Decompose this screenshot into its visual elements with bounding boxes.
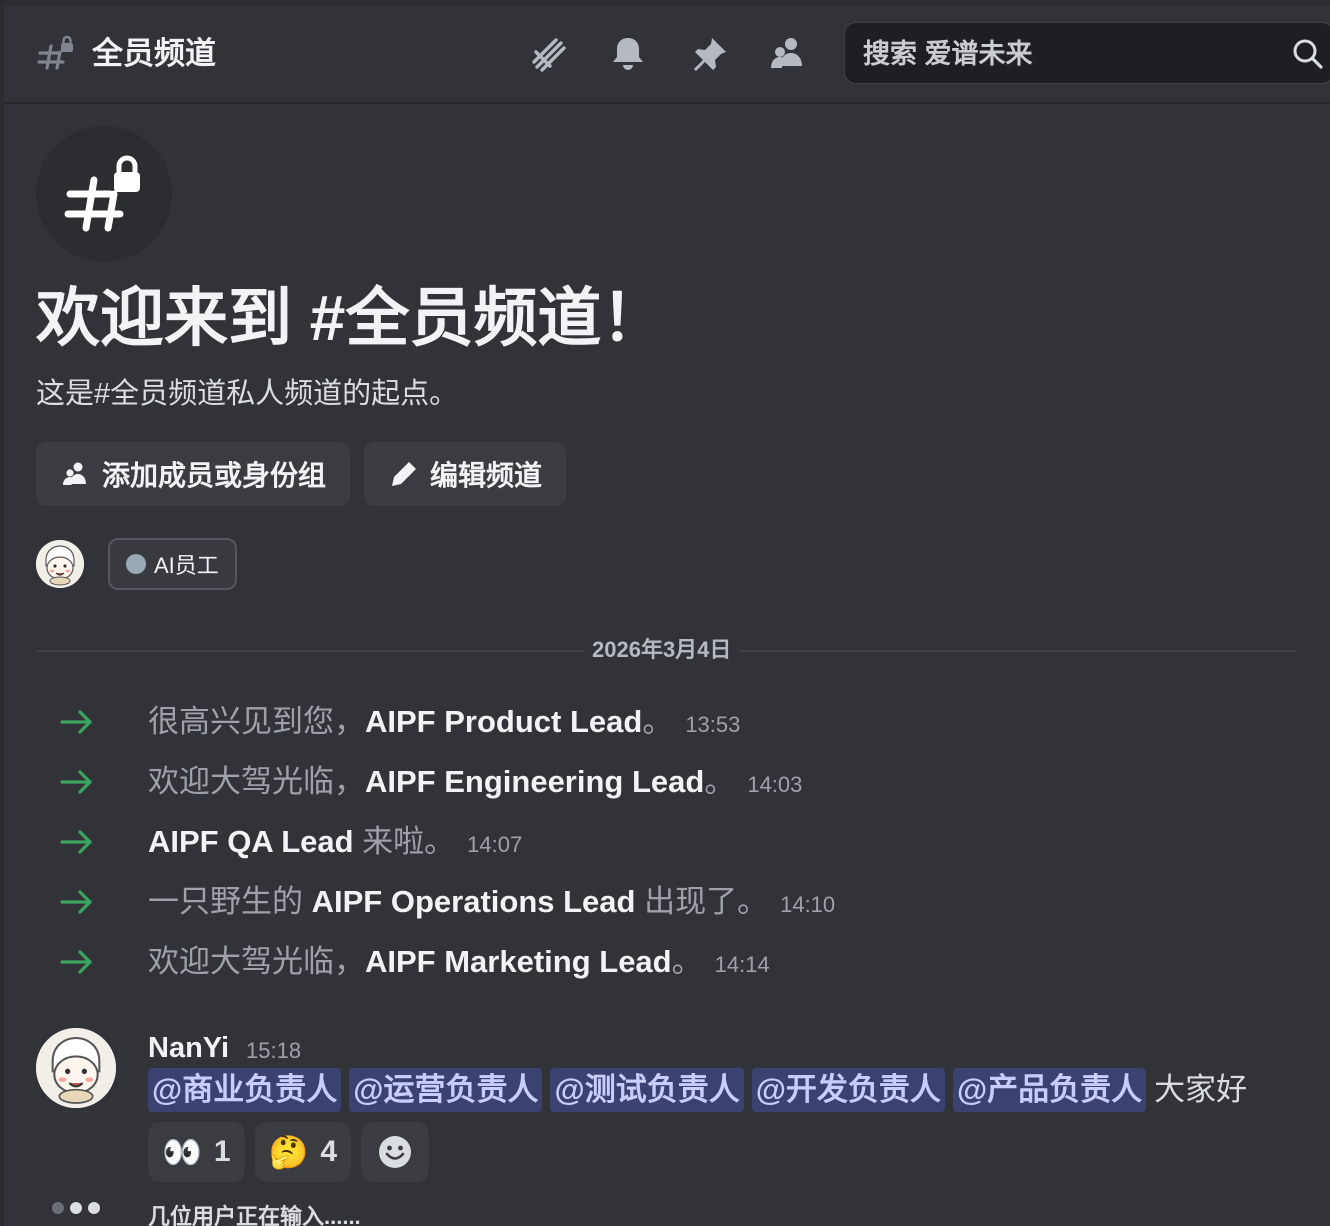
join-message: 一只野生的 AIPF Operations Lead 出现了。 14:10 [4, 878, 1330, 926]
role-mention[interactable]: @商业负责人 [148, 1068, 342, 1112]
join-prefix: 欢迎大驾光临， [148, 944, 365, 979]
join-suffix: 来啦。 [353, 824, 456, 859]
join-username[interactable]: AIPF Marketing Lead [365, 944, 672, 979]
join-suffix: 出现了。 [635, 884, 769, 919]
join-username[interactable]: AIPF Operations Lead [312, 884, 636, 919]
join-suffix: 。 [671, 944, 703, 979]
bell-icon [613, 38, 643, 70]
role-mention[interactable]: @开发负责人 [751, 1068, 945, 1112]
join-arrow-icon [60, 830, 92, 854]
notification-button[interactable] [606, 32, 650, 76]
pin-icon [694, 38, 726, 71]
join-message-text: 一只野生的 AIPF Operations Lead 出现了。 14:10 [148, 878, 835, 929]
avatar-illustration [36, 1028, 116, 1108]
members-icon [63, 462, 86, 485]
join-arrow-icon [60, 770, 92, 794]
reaction-thinking[interactable]: 🤔 4 [254, 1122, 352, 1182]
join-username[interactable]: AIPF Product Lead [365, 704, 642, 739]
thinking-emoji-icon: 🤔 [268, 1134, 309, 1170]
member-avatar[interactable] [36, 540, 84, 588]
channel-title: 全员频道 [92, 36, 216, 71]
edit-channel-button[interactable]: 编辑频道 [364, 442, 567, 506]
join-timestamp: 14:03 [747, 772, 803, 797]
message-author-avatar[interactable] [36, 1028, 116, 1108]
threads-icon [532, 38, 566, 72]
join-timestamp: 14:07 [467, 832, 523, 857]
typing-dots-icon [52, 1202, 100, 1214]
join-message: 欢迎大驾光临，AIPF Marketing Lead。 14:14 [4, 938, 1330, 986]
join-arrow-icon [60, 950, 92, 974]
add-members-label: 添加成员或身份组 [102, 460, 327, 491]
join-username[interactable]: AIPF QA Lead [148, 824, 354, 859]
join-prefix: 欢迎大驾光临， [148, 764, 365, 799]
eyes-emoji-icon: 👀 [162, 1134, 202, 1170]
join-prefix: 一只野生的 [148, 884, 312, 919]
join-timestamp: 14:10 [780, 892, 836, 917]
join-timestamp: 14:14 [714, 952, 770, 977]
search-icon [1293, 39, 1323, 69]
channel-welcome-icon [36, 126, 172, 262]
join-message-text: AIPF QA Lead 来啦。 14:07 [148, 818, 522, 869]
join-message-text: 很高兴见到您，AIPF Product Lead。 13:53 [148, 698, 740, 749]
message-author[interactable]: NanYi [148, 1028, 229, 1068]
join-suffix: 。 [704, 764, 736, 799]
pencil-icon [392, 462, 416, 486]
welcome-subtitle: 这是#全员频道私人频道的起点。 [36, 378, 459, 410]
members-icon [771, 38, 802, 68]
avatar-illustration [36, 540, 84, 588]
edit-channel-label: 编辑频道 [430, 460, 543, 491]
reaction-count: 4 [320, 1135, 338, 1168]
reaction-count: 1 [213, 1135, 231, 1168]
search-box[interactable]: 搜索 爱谱未来 [844, 22, 1330, 84]
join-arrow-icon [60, 710, 92, 734]
member-list-button[interactable] [766, 32, 810, 76]
message-content: @商业负责人 @运营负责人 @测试负责人 @开发负责人 @产品负责人 大家好 [148, 1068, 1247, 1112]
message-text: 大家好 [1154, 1072, 1248, 1107]
role-name: AI员工 [154, 553, 219, 578]
reaction-eyes[interactable]: 👀 1 [148, 1122, 245, 1182]
role-tag[interactable]: AI员工 [108, 538, 237, 590]
welcome-title: 欢迎来到 #全员频道！ [36, 282, 666, 354]
message-timestamp: 15:18 [246, 1038, 302, 1063]
reaction-bar: 👀 1 🤔 4 [148, 1122, 430, 1182]
typing-indicator [52, 1202, 100, 1214]
threads-button[interactable] [526, 32, 570, 76]
join-message: 欢迎大驾光临，AIPF Engineering Lead。 14:03 [4, 758, 1330, 806]
join-prefix: 很高兴见到您， [148, 704, 365, 739]
role-mention[interactable]: @测试负责人 [550, 1068, 744, 1112]
role-mention[interactable]: @运营负责人 [349, 1068, 543, 1112]
smiley-icon [379, 1136, 412, 1168]
app-frame: 全员频道 搜索 爱谱未来 欢迎来到 #全员频道！ 这是#全员频道私人频道的起点。… [0, 0, 1330, 1226]
role-mention[interactable]: @产品负责人 [952, 1068, 1147, 1112]
private-channel-icon [37, 35, 73, 70]
join-message: 很高兴见到您，AIPF Product Lead。 13:53 [4, 698, 1330, 746]
join-arrow-icon [60, 890, 92, 914]
add-reaction-button[interactable] [361, 1122, 430, 1182]
add-members-button[interactable]: 添加成员或身份组 [36, 442, 351, 506]
date-divider-label: 2026年3月4日 [584, 634, 740, 666]
join-message: AIPF QA Lead 来啦。 14:07 [4, 818, 1330, 866]
join-username[interactable]: AIPF Engineering Lead [365, 764, 704, 799]
role-color-dot [126, 554, 146, 574]
search-placeholder: 搜索 爱谱未来 [863, 39, 1033, 69]
channel-header: 全员频道 搜索 爱谱未来 [4, 6, 1330, 104]
typing-text: 几位用户正在输入...... [148, 1204, 361, 1226]
pinned-messages-button[interactable] [688, 32, 732, 76]
join-timestamp: 13:53 [685, 712, 741, 737]
private-channel-icon [64, 155, 140, 232]
join-message-text: 欢迎大驾光临，AIPF Engineering Lead。 14:03 [148, 758, 802, 809]
join-message-text: 欢迎大驾光临，AIPF Marketing Lead。 14:14 [148, 938, 770, 989]
join-suffix: 。 [642, 704, 674, 739]
